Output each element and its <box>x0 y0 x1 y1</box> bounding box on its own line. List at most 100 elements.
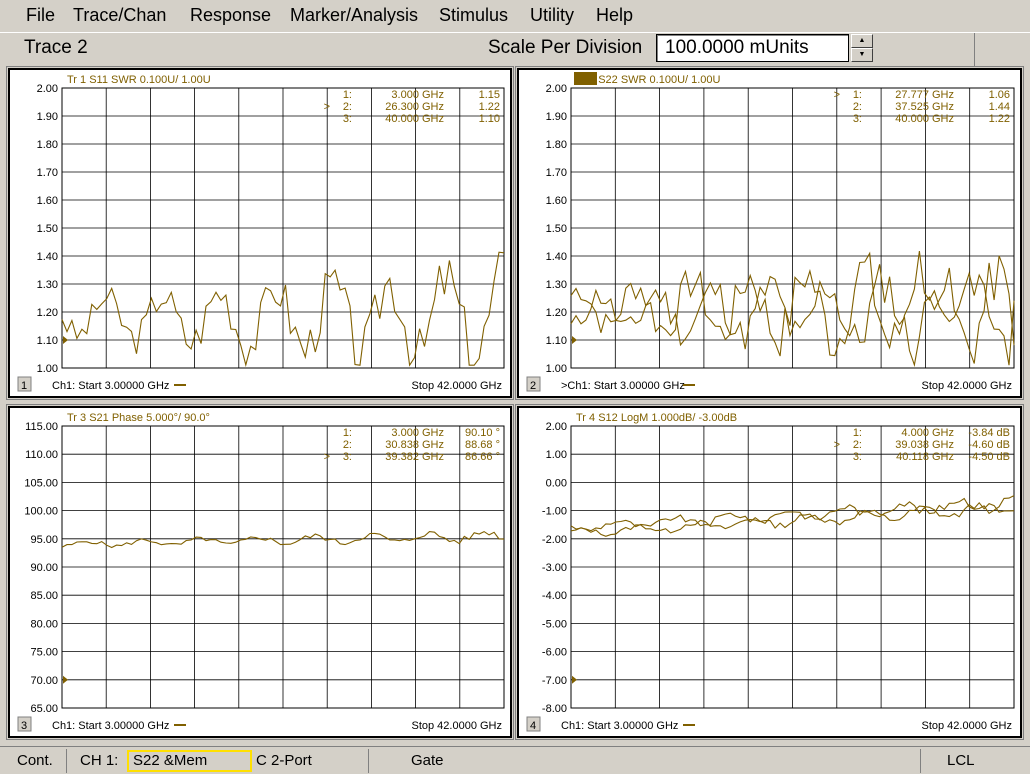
marker-active-indicator: > <box>834 439 840 451</box>
menu-bar: File Trace/Chan Response Marker/Analysis… <box>0 0 1030 32</box>
y-tick-label: 85.00 <box>30 590 58 602</box>
active-channel: CH 1: <box>80 752 119 769</box>
y-tick-label: 65.00 <box>30 703 58 715</box>
y-tick-label: 70.00 <box>30 675 58 687</box>
y-tick-label: 110.00 <box>25 449 58 461</box>
marker-frequency: 26.300 GHz <box>385 101 444 113</box>
y-tick-label: 1.40 <box>546 251 567 263</box>
y-tick-label: 100.00 <box>24 506 58 518</box>
marker-number: 1: <box>343 427 352 439</box>
y-tick-label: -7.00 <box>542 675 567 687</box>
y-tick-label: 80.00 <box>30 618 58 630</box>
marker-number: 2: <box>343 439 352 451</box>
trace-panel-4[interactable]: Tr 4 S12 LogM 1.000dB/ -3.00dB 2.00 1.00 0.… <box>517 406 1022 738</box>
menu-stimulus[interactable]: Stimulus <box>439 5 508 26</box>
marker-value: 1.10 <box>479 113 500 125</box>
marker-frequency: 3.000 GHz <box>391 89 444 101</box>
trace-panel-2[interactable]: Tr 2 S22 SWR 0.100U/ 1.00U 2.00 1.90 1.80 1.… <box>517 68 1022 398</box>
spin-down-button[interactable]: ▼ <box>851 48 873 62</box>
marker-number: 1: <box>853 89 862 101</box>
marker-frequency: 3.000 GHz <box>391 427 444 439</box>
marker-frequency: 39.038 GHz <box>895 439 954 451</box>
y-tick-label: 1.50 <box>546 223 567 235</box>
active-trace-label[interactable]: Trace 2 <box>24 37 88 59</box>
y-tick-label: 1.90 <box>546 111 567 123</box>
status-divider <box>66 749 67 773</box>
vna-window: File Trace/Chan Response Marker/Analysis… <box>0 0 1030 774</box>
scale-per-division-input[interactable] <box>656 34 849 62</box>
start-frequency: Ch1: Start 3.00000 GHz <box>52 720 169 732</box>
y-tick-label: 2.00 <box>546 83 567 95</box>
y-tick-label: 1.00 <box>546 363 567 375</box>
y-tick-label: 1.60 <box>546 195 567 207</box>
marker-value: 1.06 <box>989 89 1010 101</box>
marker-number: 3: <box>853 451 862 463</box>
marker-frequency: 37.525 GHz <box>895 101 954 113</box>
marker-number: 3: <box>343 451 352 463</box>
marker-value: -4.50 dB <box>968 451 1010 463</box>
y-tick-label: 1.50 <box>37 223 58 235</box>
y-tick-label: 1.00 <box>546 449 567 461</box>
marker-number: 1: <box>853 427 862 439</box>
status-bar: Cont. CH 1: S22 &Mem C 2-Port Gate LCL <box>0 746 1030 774</box>
y-tick-label: 1.40 <box>37 251 58 263</box>
channel-number: 2 <box>530 380 536 392</box>
y-tick-label: 75.00 <box>30 647 58 659</box>
marker-number: 1: <box>343 89 352 101</box>
marker-frequency: 39.382 GHz <box>385 451 444 463</box>
arrow-down-icon: ▼ <box>858 51 866 58</box>
y-tick-label: 1.20 <box>546 307 567 319</box>
y-tick-label: 1.20 <box>37 307 58 319</box>
spin-up-button[interactable]: ▲ <box>851 34 873 48</box>
marker-frequency: 27.777 GHz <box>895 89 954 101</box>
toolbar-divider <box>974 33 975 67</box>
y-tick-label: 1.00 <box>37 363 58 375</box>
marker-value: 1.22 <box>989 113 1010 125</box>
channel-number: 3 <box>21 720 27 732</box>
menu-file[interactable]: File <box>26 5 55 26</box>
trace-panel-3[interactable]: Tr 3 S21 Phase 5.000°/ 90.0° 115.00 110.00… <box>8 406 512 738</box>
menu-response[interactable]: Response <box>190 5 271 26</box>
trace-panel-1[interactable]: Tr 1 S11 SWR 0.100U/ 1.00U 2.00 1.90 1.80 1.… <box>8 68 512 398</box>
stop-frequency: Stop 42.0000 GHz <box>921 720 1012 732</box>
trace-header: Tr 4 S12 LogM 1.000dB/ -3.00dB <box>576 412 737 424</box>
y-tick-label: 0.00 <box>546 477 567 489</box>
y-tick-label: 1.70 <box>546 167 567 179</box>
status-divider <box>920 749 921 773</box>
menu-utility[interactable]: Utility <box>530 5 574 26</box>
menu-marker-analysis[interactable]: Marker/Analysis <box>290 5 418 26</box>
menu-help[interactable]: Help <box>596 5 633 26</box>
remote-status: LCL <box>947 752 975 769</box>
stop-frequency: Stop 42.0000 GHz <box>921 380 1012 392</box>
y-tick-label: 2.00 <box>546 421 567 433</box>
y-tick-label: 105.00 <box>24 477 58 489</box>
marker-active-indicator: > <box>834 89 840 101</box>
channel-number: 1 <box>21 380 27 392</box>
marker-number: 2: <box>853 439 862 451</box>
channel-number: 4 <box>530 720 536 732</box>
trace-3-chart: Tr 3 S21 Phase 5.000°/ 90.0° 115.00 110.00… <box>17 412 505 732</box>
y-tick-label: -2.00 <box>542 534 567 546</box>
scale-per-division-label: Scale Per Division <box>488 37 643 58</box>
marker-number: 2: <box>343 101 352 113</box>
marker-number: 2: <box>853 101 862 113</box>
y-tick-label: 95.00 <box>30 534 58 546</box>
y-tick-label: -3.00 <box>542 562 567 574</box>
y-tick-label: 1.80 <box>37 139 58 151</box>
y-tick-label: -5.00 <box>542 618 567 630</box>
y-tick-label: -6.00 <box>542 647 567 659</box>
marker-number: 3: <box>853 113 862 125</box>
sweep-mode[interactable]: Cont. <box>17 752 53 769</box>
y-tick-label: 1.60 <box>37 195 58 207</box>
trace-header: Tr 3 S21 Phase 5.000°/ 90.0° <box>67 412 210 424</box>
y-tick-label: 1.70 <box>37 167 58 179</box>
trace-2-chart: Tr 2 S22 SWR 0.100U/ 1.00U 2.00 1.90 1.80 1.… <box>526 72 1015 392</box>
marker-value: 1.15 <box>479 89 500 101</box>
y-tick-label: -4.00 <box>542 590 567 602</box>
start-frequency: >Ch1: Start 3.00000 GHz <box>561 380 685 392</box>
marker-number: 3: <box>343 113 352 125</box>
trace-header: Tr 1 S11 SWR 0.100U/ 1.00U <box>67 74 211 86</box>
active-measurement[interactable]: S22 &Mem <box>127 750 252 772</box>
menu-trace-chan[interactable]: Trace/Chan <box>73 5 166 26</box>
marker-value: 86.66 ° <box>465 451 500 463</box>
